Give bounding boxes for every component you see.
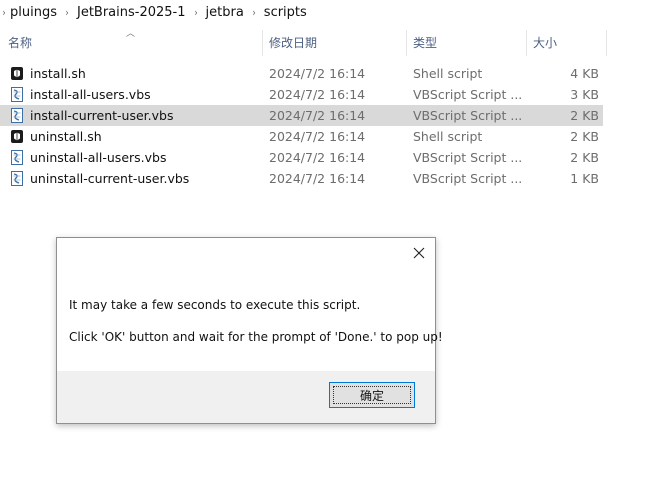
breadcrumb-item-pluings[interactable]: pluings: [8, 5, 59, 20]
file-date: 2024/7/2 16:14: [269, 171, 366, 186]
chevron-right-icon[interactable]: ›: [248, 6, 259, 19]
file-date: 2024/7/2 16:14: [269, 66, 366, 81]
file-name: uninstall-current-user.vbs: [30, 171, 190, 186]
table-row-selected[interactable]: install-current-user.vbs 2024/7/2 16:14 …: [0, 105, 603, 126]
file-date: 2024/7/2 16:14: [269, 87, 366, 102]
vbscript-icon: [11, 87, 23, 102]
message-dialog: It may take a few seconds to execute thi…: [56, 237, 443, 424]
file-name: install-current-user.vbs: [30, 108, 174, 123]
column-header-size[interactable]: 大小: [533, 28, 557, 58]
file-type: VBScript Script ...: [413, 171, 523, 186]
file-name: install.sh: [30, 66, 86, 81]
file-date: 2024/7/2 16:14: [269, 150, 366, 165]
file-size: 2 KB: [570, 129, 599, 144]
file-size: 3 KB: [570, 87, 599, 102]
file-type: Shell script: [413, 129, 483, 144]
chevron-right-icon: ›: [2, 5, 6, 19]
ok-button[interactable]: 确定: [329, 382, 415, 408]
shell-script-icon: [11, 67, 23, 80]
table-row[interactable]: uninstall-all-users.vbs 2024/7/2 16:14 V…: [0, 147, 603, 168]
file-name: uninstall.sh: [30, 129, 102, 144]
shell-script-icon: [11, 130, 23, 143]
column-divider[interactable]: [526, 30, 527, 56]
vbscript-icon: [11, 108, 23, 123]
dialog-footer: 确定: [57, 371, 435, 423]
chevron-right-icon[interactable]: ›: [190, 6, 201, 19]
file-size: 2 KB: [570, 108, 599, 123]
breadcrumb-item-scripts[interactable]: scripts: [262, 5, 309, 20]
column-header: ︿ 名称 修改日期 类型 大小: [0, 28, 646, 58]
file-name: install-all-users.vbs: [30, 87, 151, 102]
vbscript-icon: [11, 150, 23, 165]
dialog-message-line1: It may take a few seconds to execute thi…: [69, 298, 361, 312]
sort-ascending-icon: ︿: [126, 29, 136, 39]
column-divider[interactable]: [262, 30, 263, 56]
file-size: 1 KB: [570, 171, 599, 186]
vbscript-icon: [11, 171, 23, 186]
column-divider[interactable]: [406, 30, 407, 56]
breadcrumb-item-jetbra[interactable]: jetbra: [204, 5, 246, 20]
column-header-date[interactable]: 修改日期: [269, 28, 317, 58]
breadcrumb-item-jetbrains[interactable]: JetBrains-2025-1: [75, 5, 188, 20]
close-icon[interactable]: [411, 245, 427, 261]
file-name: uninstall-all-users.vbs: [30, 150, 167, 165]
dialog-message-line2: Click 'OK' button and wait for the promp…: [69, 330, 443, 344]
file-type: VBScript Script ...: [413, 87, 523, 102]
table-row[interactable]: install.sh 2024/7/2 16:14 Shell script 4…: [0, 63, 603, 84]
table-row[interactable]: uninstall-current-user.vbs 2024/7/2 16:1…: [0, 168, 603, 189]
file-size: 4 KB: [570, 66, 599, 81]
table-row[interactable]: install-all-users.vbs 2024/7/2 16:14 VBS…: [0, 84, 603, 105]
table-row[interactable]: uninstall.sh 2024/7/2 16:14 Shell script…: [0, 126, 603, 147]
column-header-name[interactable]: 名称: [8, 28, 32, 58]
file-type: VBScript Script ...: [413, 108, 523, 123]
breadcrumb: › pluings › JetBrains-2025-1 › jetbra › …: [0, 0, 646, 24]
file-date: 2024/7/2 16:14: [269, 108, 366, 123]
file-type: VBScript Script ...: [413, 150, 523, 165]
file-type: Shell script: [413, 66, 483, 81]
column-header-type[interactable]: 类型: [413, 28, 437, 58]
file-size: 2 KB: [570, 150, 599, 165]
chevron-right-icon[interactable]: ›: [61, 6, 72, 19]
file-date: 2024/7/2 16:14: [269, 129, 366, 144]
column-divider[interactable]: [606, 30, 607, 56]
